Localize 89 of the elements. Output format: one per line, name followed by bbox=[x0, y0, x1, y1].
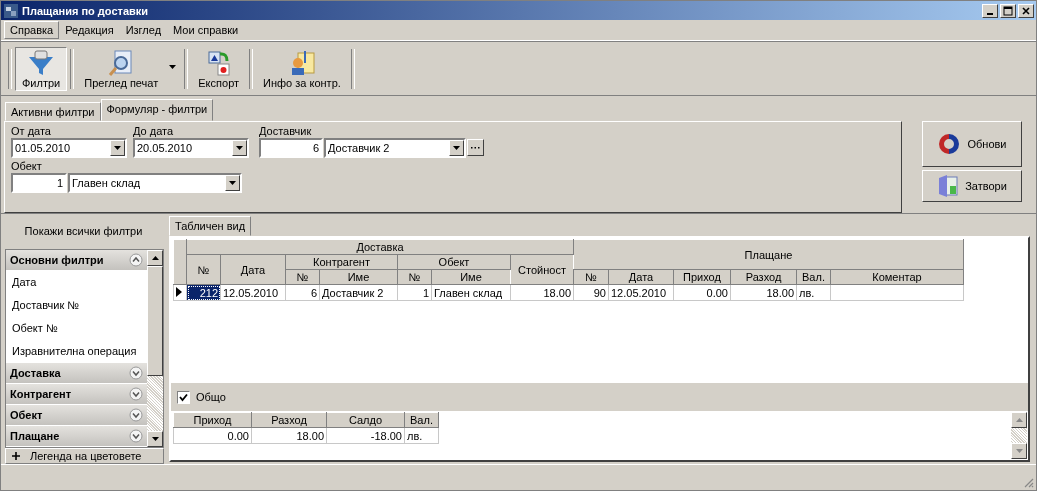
filter-item[interactable]: Обект № bbox=[6, 316, 147, 340]
column-header: Доставка bbox=[186, 239, 574, 255]
menu-item[interactable]: Изглед bbox=[119, 21, 168, 39]
filter-group-header[interactable]: Плащане bbox=[6, 425, 147, 447]
scrollbar[interactable] bbox=[1011, 412, 1027, 459]
checkmark-icon bbox=[179, 392, 188, 402]
totals-checkbox[interactable]: Общо bbox=[177, 390, 226, 404]
maximize-button[interactable] bbox=[1000, 3, 1016, 18]
table-cell: 18.00 bbox=[766, 286, 794, 299]
scroll-down-icon bbox=[151, 436, 159, 441]
table-cell: 90 bbox=[593, 286, 606, 299]
column-header: Стойност bbox=[510, 254, 574, 285]
field-label: Доставчик bbox=[259, 125, 313, 137]
table-cell: 6 bbox=[310, 286, 317, 299]
filter-group-header[interactable]: Контрагент bbox=[6, 383, 147, 405]
date-dropdown[interactable]: 20.05.2010 bbox=[133, 138, 249, 158]
minimize-icon bbox=[987, 12, 993, 15]
window-title: Плащания по доставки bbox=[22, 4, 150, 17]
chevron-down-icon bbox=[129, 428, 143, 443]
ellipsis-icon bbox=[471, 146, 480, 149]
scrollbar[interactable] bbox=[147, 249, 163, 447]
ellipsis-button[interactable] bbox=[467, 139, 484, 156]
table-cell: 0.00 bbox=[706, 286, 728, 299]
scroll-down-icon bbox=[1015, 449, 1023, 453]
supplier-dropdown[interactable]: Доставчик 2 bbox=[324, 138, 466, 158]
menu-item[interactable]: Мои справки bbox=[167, 21, 245, 39]
table-cell: 0.00 bbox=[227, 429, 249, 442]
door-icon bbox=[937, 174, 960, 198]
caret-icon bbox=[229, 181, 236, 185]
close-button[interactable] bbox=[1018, 3, 1034, 18]
table-cell: лв. bbox=[407, 429, 423, 442]
filter-item[interactable]: Дата bbox=[6, 270, 147, 294]
code-field[interactable]: 1 bbox=[11, 173, 67, 193]
scroll-up-icon bbox=[1015, 418, 1023, 422]
chevron-down-icon bbox=[129, 407, 143, 422]
column-header: Разход bbox=[251, 412, 327, 428]
field-label: От дата bbox=[11, 125, 52, 137]
tab[interactable]: Табличен вид bbox=[169, 216, 252, 236]
filter-item[interactable]: Изравнителна операция bbox=[6, 339, 147, 363]
maximize-icon bbox=[1003, 5, 1013, 16]
table-cell: 12.05.2010 bbox=[223, 286, 279, 299]
chevron-down-icon bbox=[129, 365, 143, 380]
row-pointer-icon bbox=[176, 286, 182, 297]
caret-icon bbox=[453, 146, 460, 150]
caret-icon bbox=[114, 146, 121, 150]
menu-item[interactable]: Редакция bbox=[59, 21, 120, 39]
table-cell: 212 bbox=[199, 286, 218, 299]
code-field[interactable]: 6 bbox=[259, 138, 323, 158]
date-dropdown[interactable]: 01.05.2010 bbox=[11, 138, 127, 158]
tab[interactable]: Активни филтри bbox=[5, 102, 101, 121]
toolbar-button[interactable]: Експорт bbox=[191, 47, 247, 91]
column-header: Приход bbox=[173, 412, 252, 428]
resize-grip-icon bbox=[1022, 476, 1034, 488]
field-label: Обект bbox=[11, 160, 43, 172]
chevron-up-icon bbox=[129, 252, 143, 267]
tab[interactable]: Формуляр - филтри bbox=[100, 99, 214, 121]
scroll-up-icon bbox=[151, 255, 159, 260]
column-header: Салдо bbox=[326, 412, 405, 428]
table-cell: 12.05.2010 bbox=[611, 286, 667, 299]
column-header: Вал. bbox=[404, 412, 439, 428]
plus-icon bbox=[12, 451, 20, 460]
action-button[interactable]: Обнови bbox=[922, 121, 1022, 167]
table-cell: 1 bbox=[422, 286, 429, 299]
app-icon bbox=[3, 2, 19, 19]
filter-group-header[interactable]: Доставка bbox=[6, 362, 147, 384]
caret-icon bbox=[169, 65, 177, 69]
close-icon bbox=[1021, 5, 1031, 16]
caret-icon bbox=[236, 146, 243, 150]
column-header: Дата bbox=[220, 254, 286, 285]
action-button[interactable]: Затвори bbox=[922, 170, 1022, 202]
chevron-down-icon bbox=[129, 386, 143, 401]
table-cell: 18.00 bbox=[296, 429, 324, 442]
menu-item[interactable]: Справка bbox=[4, 21, 60, 39]
table-cell: лв. bbox=[799, 286, 815, 299]
table-cell: Доставчик 2 bbox=[322, 286, 384, 299]
table-cell: -18.00 bbox=[370, 429, 402, 442]
table-cell: Главен склад bbox=[434, 286, 503, 299]
toolbar-button[interactable]: Преглед печат bbox=[77, 47, 182, 91]
field-label: До дата bbox=[133, 125, 175, 137]
toolbar-button[interactable]: Филтри bbox=[15, 47, 68, 91]
table-cell: 18.00 bbox=[543, 286, 571, 299]
filter-item[interactable]: Доставчик № bbox=[6, 293, 147, 317]
minimize-button[interactable] bbox=[982, 3, 998, 18]
toolbar-button[interactable]: Инфо за контр. bbox=[256, 47, 348, 91]
filter-group-header[interactable]: Основни филтри bbox=[6, 249, 147, 271]
filter-group-header[interactable]: Обект bbox=[6, 404, 147, 426]
column-header: Плащане bbox=[573, 239, 964, 270]
object-dropdown[interactable]: Главен склад bbox=[68, 173, 242, 193]
refresh-icon bbox=[937, 132, 962, 156]
